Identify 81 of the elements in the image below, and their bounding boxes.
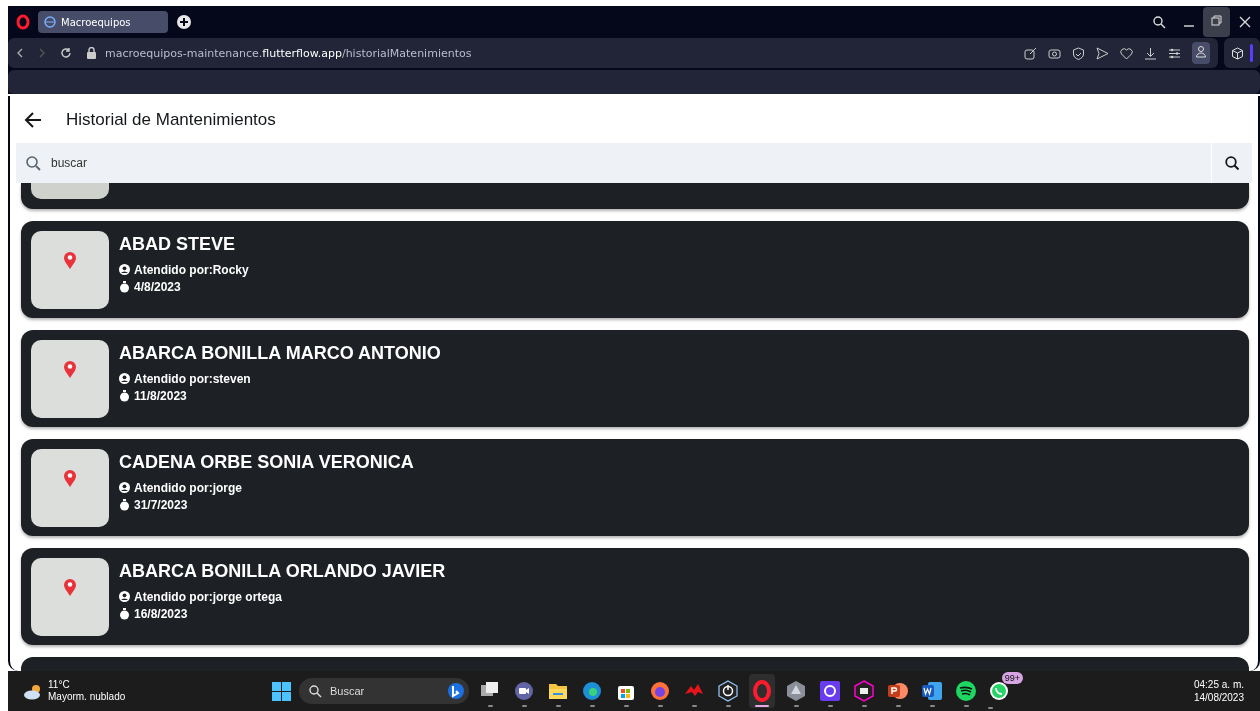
browser-tab[interactable]: Macroequipos (38, 11, 168, 33)
back-arrow-icon[interactable] (24, 110, 42, 129)
date-text: 4/8/2023 (134, 279, 181, 294)
hexagon-icon (785, 680, 807, 702)
attended-by-text: Atendido por:Rocky (134, 262, 249, 277)
record-card[interactable]: CADENA ORBE SONIA VERONICA Atendido por:jorge 31/7/2023 (21, 439, 1249, 536)
search-input[interactable]: buscar (49, 155, 1211, 171)
opera-logo-icon (751, 680, 773, 702)
reload-icon[interactable] (60, 47, 72, 59)
camera-icon[interactable] (1048, 47, 1061, 59)
taskbar-search-field[interactable]: Buscar (299, 678, 469, 704)
stopwatch-icon (119, 389, 130, 402)
send-icon[interactable] (1096, 46, 1109, 60)
person-icon (1195, 45, 1207, 58)
sidebar-indicator-icon (1250, 44, 1253, 62)
stopwatch-icon (119, 498, 130, 511)
date-text: 11/8/2023 (134, 388, 187, 403)
user-icon (119, 591, 130, 602)
address-bar[interactable]: macroequipos-maintenance.flutterflow.app/historialMatenimientos (8, 38, 1218, 68)
sliders-icon[interactable] (1168, 46, 1181, 60)
taskbar-app-button[interactable]: 99+ (987, 672, 1023, 710)
chat-icon (513, 680, 535, 702)
stopwatch-icon (119, 607, 130, 620)
phone-chat-icon (988, 680, 1010, 702)
map-pin-icon (63, 577, 77, 596)
map-pin-icon (63, 359, 77, 378)
attended-by-text: Atendido por:steven (134, 371, 251, 386)
map-pin-icon (63, 468, 77, 487)
attended-by-text: Atendido por:jorge (134, 480, 242, 495)
client-name: ABAD STEVE (119, 233, 236, 255)
search-icon (26, 155, 41, 171)
music-app-icon (955, 680, 977, 702)
power-icon (717, 680, 739, 702)
search-icon[interactable] (1153, 15, 1166, 29)
bing-icon (447, 682, 465, 700)
stopwatch-icon (119, 280, 130, 293)
map-pin-icon (63, 250, 77, 269)
record-card[interactable]: ABARCA BONILLA ORLANDO JAVIER Atendido por:jorge ortega 16/8/2023 (21, 548, 1249, 645)
profile-button[interactable] (1192, 42, 1210, 64)
record-card[interactable]: ABARCA BONILLA MARCO ANTONIO Atendido por:steven 11/8/2023 (21, 330, 1249, 427)
taskbar-app-button[interactable] (749, 674, 775, 708)
back-icon[interactable] (16, 48, 24, 58)
clock-date[interactable]: 14/08/2023 (1193, 691, 1244, 704)
restore-icon (1211, 15, 1222, 26)
page-title: Historial de Mantenimientos (66, 109, 276, 130)
opera-logo-icon[interactable] (16, 14, 30, 30)
tab-title: Macroequipos (61, 16, 131, 28)
record-card[interactable]: ABAD STEVE Atendido por:Rocky 4/8/2023 (21, 221, 1249, 318)
date-text: 31/7/2023 (134, 497, 188, 512)
download-icon[interactable] (1144, 46, 1157, 60)
user-icon (119, 373, 130, 384)
search-icon (1225, 156, 1239, 170)
restore-button[interactable] (1203, 7, 1230, 37)
weather-condition: Mayorm. nublado (48, 691, 126, 703)
close-icon[interactable] (1239, 16, 1251, 28)
search-icon (309, 684, 322, 698)
document-app-icon (921, 680, 943, 702)
globe-icon (44, 16, 56, 28)
ring-app-icon (819, 680, 841, 702)
client-name: CADENA ORBE SONIA VERONICA (119, 451, 414, 473)
user-icon (119, 482, 130, 493)
edit-icon[interactable] (1024, 46, 1037, 60)
shield-icon[interactable] (1072, 46, 1085, 60)
url-text[interactable]: macroequipos-maintenance.flutterflow.app/historialMatenimientos (105, 46, 472, 60)
cube-icon[interactable] (1231, 46, 1244, 60)
client-name: ABARCA BONILLA ORLANDO JAVIER (119, 560, 446, 582)
windows-start-icon[interactable] (272, 681, 291, 701)
date-text: 16/8/2023 (134, 606, 188, 621)
search-button[interactable] (1211, 143, 1252, 183)
client-name: ABARCA BONILLA MARCO ANTONIO (119, 342, 441, 364)
new-tab-icon[interactable] (176, 14, 192, 30)
lock-icon (86, 47, 97, 59)
temperature-text: 11°C (48, 679, 71, 691)
search-field[interactable]: buscar (16, 143, 1211, 183)
user-icon (119, 264, 130, 275)
heart-icon[interactable] (1120, 46, 1133, 60)
attended-by-text: Atendido por:jorge ortega (134, 589, 282, 604)
notification-badge: 99+ (1001, 672, 1023, 684)
presentation-app-icon (887, 680, 909, 702)
clock-time[interactable]: 04:25 a. m. (1193, 678, 1244, 691)
cloud-sun-icon[interactable] (22, 682, 42, 700)
